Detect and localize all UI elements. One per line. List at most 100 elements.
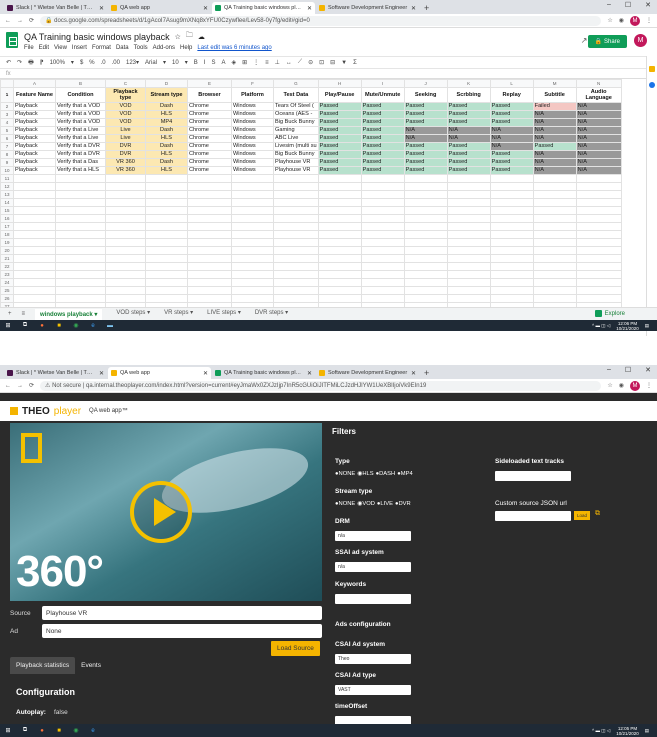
url-field[interactable]: 🔒 docs.google.com/spreadsheets/d/1gAcoI7… (40, 15, 602, 26)
empty-cell[interactable] (403, 270, 448, 279)
empty-cell[interactable] (273, 270, 319, 279)
browser-tab[interactable]: Slack | * Wietse Van Belle | THEO ✕ (4, 2, 107, 14)
table-cell[interactable]: N/A (489, 134, 534, 143)
empty-cell[interactable] (575, 254, 622, 263)
empty-cell[interactable] (273, 294, 319, 303)
table-cell[interactable]: VR 360 (105, 166, 146, 175)
table-cell[interactable]: Tears Of Steel ( (273, 102, 319, 111)
minimize-icon[interactable]: – (607, 1, 611, 9)
empty-cell[interactable] (105, 182, 146, 191)
toolbar-item[interactable]: ▾ (185, 59, 188, 66)
table-cell[interactable]: N/A (532, 158, 577, 167)
close-window-icon[interactable]: ✕ (645, 1, 651, 9)
table-cell[interactable]: DVR (105, 142, 146, 151)
header-cell[interactable]: Scrbbing (446, 87, 491, 103)
toolbar-item[interactable]: ⊟ (330, 59, 335, 66)
table-cell[interactable]: Playback (13, 126, 56, 135)
toolbar-item[interactable]: I (204, 60, 206, 66)
empty-cell[interactable] (532, 278, 577, 287)
row-number[interactable]: 1 (0, 87, 14, 103)
play-button[interactable] (130, 481, 192, 543)
menu-format[interactable]: Format (92, 45, 111, 51)
table-cell[interactable]: Playback (13, 166, 56, 175)
row-number[interactable]: 20 (0, 246, 14, 255)
empty-cell[interactable] (273, 182, 319, 191)
toolbar-item[interactable]: Σ (353, 60, 357, 66)
row-number[interactable]: 4 (0, 118, 14, 127)
empty-cell[interactable] (187, 174, 232, 183)
row-number[interactable]: 17 (0, 222, 14, 231)
column-header[interactable]: K (446, 79, 491, 88)
csai-type-select[interactable]: VAST (335, 685, 411, 695)
empty-cell[interactable] (145, 294, 188, 303)
empty-cell[interactable] (13, 238, 56, 247)
table-cell[interactable]: N/A (532, 134, 577, 143)
table-cell[interactable]: Oceans (AES - (273, 110, 319, 119)
empty-cell[interactable] (446, 278, 491, 287)
table-cell[interactable]: N/A (446, 134, 491, 143)
toolbar-item[interactable]: $ (80, 60, 83, 66)
empty-cell[interactable] (187, 294, 232, 303)
table-cell[interactable]: Dash (145, 142, 188, 151)
empty-cell[interactable] (55, 238, 106, 247)
drm-select[interactable]: n/a (335, 531, 411, 541)
all-sheets-icon[interactable]: ≡ (22, 311, 26, 317)
table-cell[interactable]: Passed (360, 126, 405, 135)
table-cell[interactable]: Playhouse VR (273, 158, 319, 167)
notification-icon[interactable]: ▤ (645, 323, 649, 328)
empty-cell[interactable] (13, 278, 56, 287)
table-cell[interactable]: Passed (360, 142, 405, 151)
table-cell[interactable]: Passed (403, 142, 448, 151)
external-link-icon[interactable]: ⧉ (595, 510, 600, 518)
empty-cell[interactable] (489, 246, 534, 255)
empty-cell[interactable] (360, 286, 405, 295)
menu-icon[interactable]: ⋮ (646, 382, 652, 389)
empty-cell[interactable] (532, 190, 577, 199)
toolbar-item[interactable]: ⊥ (275, 59, 280, 66)
table-cell[interactable]: N/A (403, 126, 448, 135)
row-number[interactable]: 2 (0, 102, 14, 111)
column-header[interactable]: C (105, 79, 146, 88)
keywords-input[interactable] (335, 594, 411, 604)
empty-cell[interactable] (317, 286, 362, 295)
empty-cell[interactable] (403, 246, 448, 255)
table-cell[interactable]: Passed (446, 118, 491, 127)
radio-option[interactable]: ●NONE (335, 471, 355, 477)
file-explorer-icon[interactable]: ■ (55, 322, 63, 330)
empty-cell[interactable] (360, 238, 405, 247)
empty-cell[interactable] (403, 222, 448, 231)
forward-icon[interactable]: → (17, 18, 23, 24)
empty-cell[interactable] (446, 270, 491, 279)
empty-cell[interactable] (446, 174, 491, 183)
empty-cell[interactable] (13, 270, 56, 279)
radio-option[interactable]: ●NONE (335, 501, 355, 507)
empty-cell[interactable] (13, 222, 56, 231)
empty-cell[interactable] (13, 294, 56, 303)
empty-cell[interactable] (317, 230, 362, 239)
empty-cell[interactable] (13, 254, 56, 263)
clock[interactable]: 12:05 PM 10/21/2020 (616, 726, 639, 736)
empty-cell[interactable] (575, 238, 622, 247)
empty-cell[interactable] (145, 262, 188, 271)
row-number[interactable]: 12 (0, 182, 14, 191)
table-cell[interactable]: N/A (575, 142, 622, 151)
table-cell[interactable]: N/A (532, 118, 577, 127)
empty-cell[interactable] (360, 206, 405, 215)
empty-cell[interactable] (489, 294, 534, 303)
time-offset-input[interactable] (335, 716, 411, 724)
close-tab-icon[interactable]: ✕ (307, 5, 312, 12)
sheet-tab[interactable]: VOD steps ▾ (116, 309, 150, 320)
table-cell[interactable]: N/A (575, 150, 622, 159)
empty-cell[interactable] (532, 198, 577, 207)
menu-icon[interactable]: ⋮ (646, 17, 652, 24)
empty-cell[interactable] (360, 294, 405, 303)
star-icon[interactable]: ☆ (607, 382, 612, 389)
empty-cell[interactable] (55, 190, 106, 199)
toolbar-item[interactable]: ⊝ (308, 59, 313, 66)
empty-cell[interactable] (446, 246, 491, 255)
table-cell[interactable]: HLS (145, 150, 188, 159)
empty-cell[interactable] (403, 294, 448, 303)
empty-cell[interactable] (403, 230, 448, 239)
empty-cell[interactable] (532, 262, 577, 271)
table-cell[interactable]: Passed (360, 118, 405, 127)
